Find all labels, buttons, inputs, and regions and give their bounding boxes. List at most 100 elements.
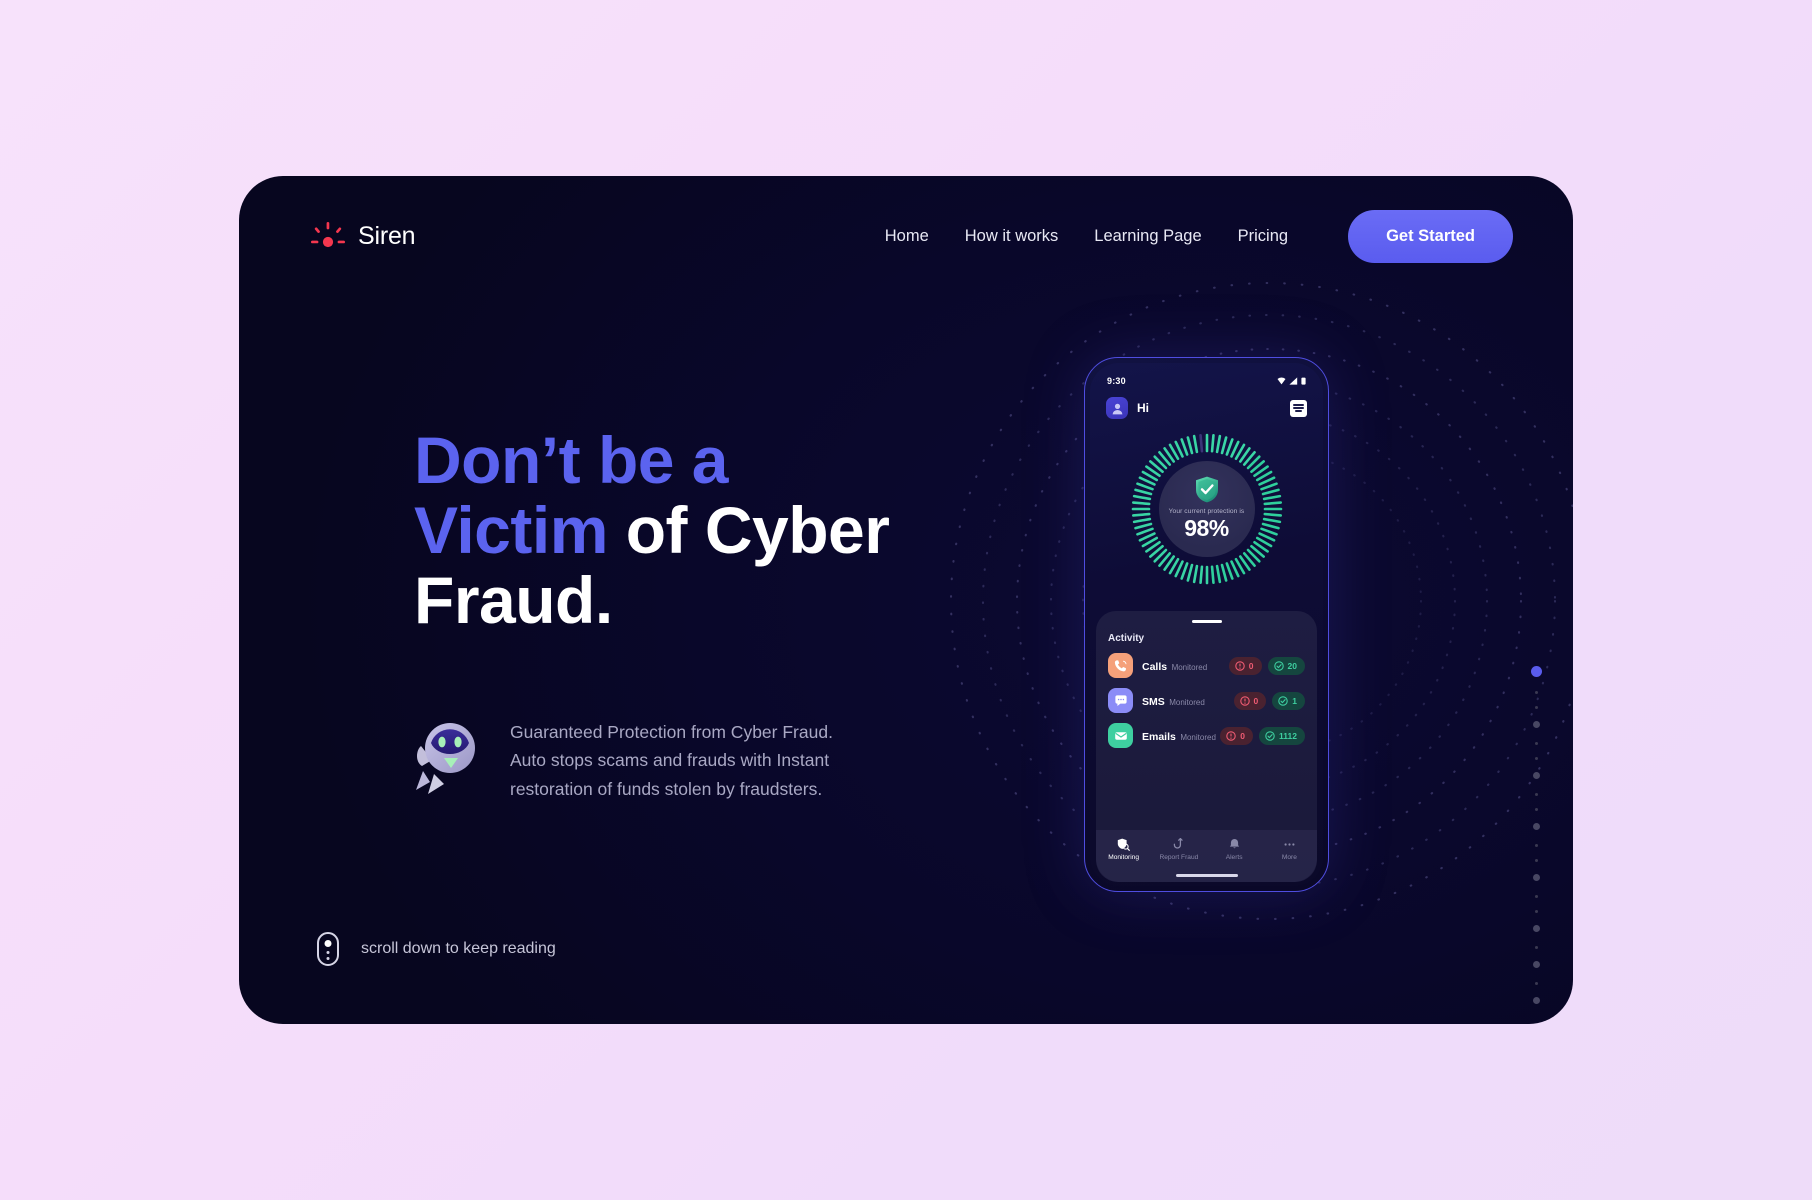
sheet-drag-handle[interactable] [1191,620,1222,623]
wifi-icon [1277,377,1286,385]
activity-status: Monitored [1171,662,1208,672]
gauge-center: Your current protection is 98% [1158,461,1255,557]
phone-app-header: Hi [1090,389,1323,419]
scroll-dot[interactable] [1535,859,1538,862]
scroll-dot[interactable] [1533,874,1540,881]
phone-nav-monitoring[interactable]: Monitoring [1098,837,1150,861]
protection-gauge: Your current protection is 98% [1131,433,1283,585]
scroll-dot[interactable] [1535,706,1538,709]
more-dots-icon [1283,837,1296,851]
phone-nav-label: Report Fraud [1159,854,1199,861]
scroll-dot[interactable] [1535,808,1538,811]
phone-nav-label: More [1281,854,1297,861]
scroll-dot[interactable] [1535,691,1538,694]
scroll-dot[interactable] [1535,946,1538,949]
hero-paragraph: Guaranteed Protection from Cyber Fraud. … [510,712,833,803]
user-avatar-icon[interactable] [1106,397,1128,419]
activity-sheet: Activity Calls Monitored 0 20 SMS Monito… [1096,611,1317,882]
alert-circle-icon [1235,660,1245,671]
home-indicator [1175,874,1238,877]
envelope-icon [1108,723,1133,748]
alert-count: 0 [1248,660,1254,671]
activity-name: Calls [1142,660,1168,673]
scroll-dot[interactable] [1533,772,1540,779]
gauge-value: 98% [1184,515,1229,542]
safe-badge: 1 [1272,691,1305,710]
fish-hook-icon [1172,837,1185,851]
check-circle-icon [1265,730,1275,741]
safe-count: 1112 [1279,730,1297,741]
brand-logo[interactable]: Siren [311,221,416,251]
scroll-dot[interactable] [1533,997,1540,1004]
scroll-dot[interactable] [1533,961,1540,968]
scroll-dot[interactable] [1535,910,1538,913]
shield-check-icon [1195,476,1219,503]
activity-row-sms[interactable]: SMS Monitored 0 1 [1108,688,1305,713]
gauge-caption: Your current protection is [1168,508,1245,516]
nav-item-home[interactable]: Home [885,227,929,246]
hero-panel: Siren Home How it works Learning Page Pr… [239,176,1573,1024]
scroll-dot[interactable] [1535,757,1538,760]
phone-mockup: 9:30 Hi Your current protection is 98% A… [1084,357,1329,892]
activity-row-emails[interactable]: Emails Monitored 0 1112 [1108,723,1305,748]
alert-badge: 0 [1228,656,1262,675]
check-circle-icon [1278,695,1289,706]
hero-paragraph-line-3: restoration of funds stolen by fraudster… [510,778,823,799]
nav-item-pricing[interactable]: Pricing [1238,227,1288,246]
phone-screen: 9:30 Hi Your current protection is 98% A… [1090,363,1323,886]
get-started-button[interactable]: Get Started [1348,209,1513,263]
alert-count: 0 [1240,730,1246,741]
phone-call-icon [1108,653,1133,678]
phone-nav-more[interactable]: More [1263,837,1315,861]
activity-row-calls[interactable]: Calls Monitored 0 20 [1108,653,1305,678]
phone-nav-label: Alerts [1225,854,1243,861]
safe-badge: 20 [1267,656,1305,675]
headline-line-1: Don’t be a [414,423,729,497]
activity-badges: 0 1 [1233,691,1305,710]
hero-paragraph-line-1: Guaranteed Protection from Cyber Fraud. [510,721,833,742]
phone-nav-alerts[interactable]: Alerts [1208,837,1260,861]
scroll-dot[interactable] [1535,793,1538,796]
safe-count: 1 [1292,695,1297,706]
safe-badge: 1112 [1259,726,1305,745]
scroll-dot[interactable] [1533,925,1540,932]
signal-icon [1289,377,1298,385]
activity-texts: Calls Monitored [1142,657,1207,675]
site-header: Siren Home How it works Learning Page Pr… [239,176,1573,296]
headline-line-2-rest: of Cyber [607,492,890,567]
hero-copy: Don’t be a Victim of Cyber Fraud. Guaran… [414,423,974,803]
nav-item-how-it-works[interactable]: How it works [965,227,1059,246]
main-navigation: Home How it works Learning Page Pricing … [885,209,1513,263]
chat-bubble-icon [1108,688,1133,713]
scroll-dot[interactable] [1531,666,1542,677]
activity-texts: SMS Monitored [1142,692,1205,710]
phone-nav-label: Monitoring [1108,854,1140,861]
alert-count: 0 [1253,695,1259,706]
document-list-icon[interactable] [1290,399,1307,417]
activity-status: Monitored [1180,732,1216,742]
headline-line-3: Fraud. [414,562,613,637]
scroll-dot[interactable] [1535,742,1538,745]
scroll-progress-dots[interactable] [1531,666,1542,1018]
scroll-hint-label: scroll down to keep reading [361,940,556,957]
alert-circle-icon [1239,695,1250,706]
hero-subcopy-row: Guaranteed Protection from Cyber Fraud. … [414,712,974,803]
phone-nav-report-fraud[interactable]: Report Fraud [1153,837,1205,861]
scroll-dot[interactable] [1535,844,1538,847]
activity-texts: Emails Monitored [1142,727,1216,745]
phone-status-bar: 9:30 [1090,363,1323,389]
nav-item-learning-page[interactable]: Learning Page [1094,227,1201,246]
scroll-dot[interactable] [1533,823,1540,830]
scroll-dot[interactable] [1535,982,1538,985]
scroll-dot[interactable] [1535,895,1538,898]
scroll-mouse-icon [317,932,339,966]
status-time: 9:30 [1107,376,1126,386]
scroll-hint[interactable]: scroll down to keep reading [317,932,556,966]
safe-count: 20 [1287,660,1297,671]
siren-icon [311,221,345,251]
scroll-dot[interactable] [1533,721,1540,728]
alert-badge: 0 [1233,691,1267,710]
greeting-label: Hi [1137,401,1149,415]
battery-icon [1301,377,1306,385]
check-circle-icon [1273,660,1284,671]
